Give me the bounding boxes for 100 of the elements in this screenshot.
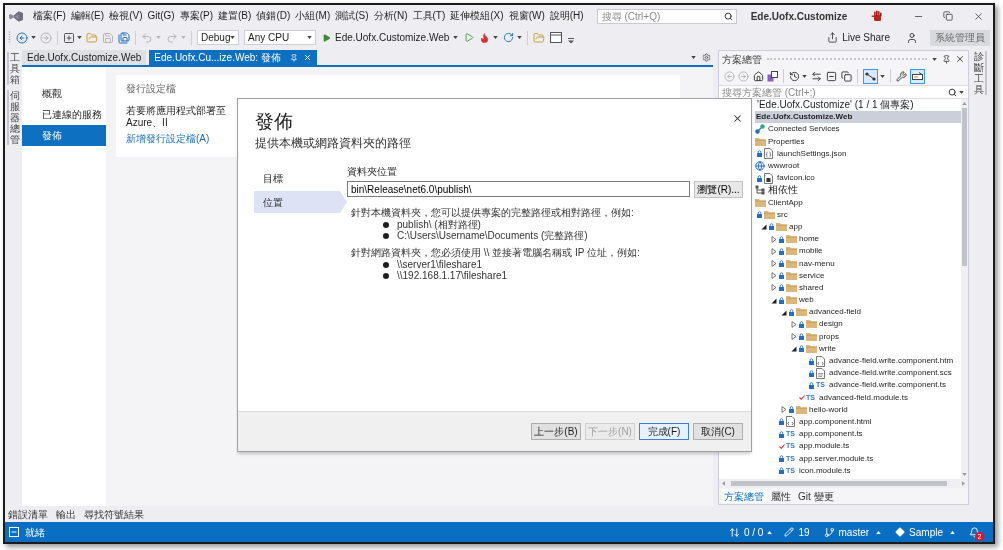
expanded-arrow-icon[interactable] [771, 296, 777, 304]
user-icon[interactable] [906, 31, 918, 44]
nav-item[interactable]: 發佈 [22, 125, 106, 146]
expanded-arrow-icon[interactable] [761, 223, 767, 231]
filter-toggle[interactable] [863, 68, 878, 84]
tree-item[interactable]: ClientApp [755, 196, 803, 209]
start-debugging-button[interactable]: Ede.Uofx.Customize.Web [322, 30, 459, 45]
pin-icon[interactable] [942, 54, 951, 64]
tree-item[interactable]: Connected Services [755, 123, 840, 136]
tree-item[interactable]: wwwroot [755, 159, 800, 173]
tree-item[interactable]: mobile [755, 245, 823, 258]
sync-icon[interactable] [811, 70, 822, 82]
tree-item[interactable]: write [755, 342, 836, 355]
tree-item[interactable]: hello-world [755, 403, 848, 416]
collapsed-arrow-icon[interactable] [771, 272, 777, 280]
panel-tab[interactable]: 尋找符號結果 [84, 506, 144, 522]
refresh-icon[interactable] [503, 32, 515, 43]
collapsed-arrow-icon[interactable] [791, 320, 797, 328]
branch-status-button[interactable]: master [823, 524, 882, 540]
caret-icon[interactable] [876, 530, 882, 534]
menu-item[interactable]: 延伸模組(X) [449, 9, 505, 23]
nav-item[interactable]: 概觀 [22, 83, 106, 104]
caret-icon[interactable] [880, 74, 885, 78]
document-tab[interactable]: Ede.Uofx.Customize.Web [22, 50, 147, 65]
scroll-down-arrow-icon[interactable] [962, 473, 967, 476]
tree-item[interactable]: service [755, 269, 825, 282]
platform-dropdown[interactable]: Any CPU [244, 30, 316, 45]
caret-icon[interactable] [77, 36, 82, 39]
scroll-left-arrow-icon[interactable] [722, 481, 725, 486]
tree-item[interactable]: advanced-field [755, 306, 862, 319]
nav-item[interactable]: 已連線的服務 [22, 104, 106, 125]
repository-status-button[interactable]: Sample [895, 524, 955, 540]
copy-icon[interactable] [841, 70, 852, 82]
play-icon[interactable] [322, 32, 331, 43]
history-icon[interactable] [789, 70, 800, 82]
menu-item[interactable]: 工具(T) [411, 9, 447, 23]
wrench-icon[interactable] [896, 70, 907, 82]
tree-item[interactable]: 'Ede.Uofx.Customize' (1 / 1 個專案) [755, 99, 914, 112]
pin-icon[interactable] [289, 53, 298, 62]
scroll-up-arrow-icon[interactable] [962, 102, 967, 105]
search-field[interactable]: 搜尋方案總管 (Ctrl+;) [719, 85, 968, 99]
menu-item[interactable]: 編輯(E) [69, 9, 106, 23]
caret-icon[interactable] [453, 36, 459, 39]
menu-item[interactable]: Git(G) [146, 9, 176, 23]
close-icon[interactable] [955, 54, 965, 64]
search-field[interactable]: 搜尋 (Ctrl+Q) [596, 8, 737, 24]
home-icon[interactable] [753, 70, 764, 82]
wizard-step[interactable]: 位置 [254, 191, 347, 213]
wizard-step[interactable]: 目標 [254, 167, 347, 189]
collapsed-arrow-icon[interactable] [791, 333, 797, 341]
menu-item[interactable]: 建置(B) [217, 9, 253, 23]
panel-tab[interactable]: 屬性 [768, 489, 794, 503]
side-tab[interactable]: 工具箱 [6, 52, 20, 85]
pencil-icon[interactable] [784, 527, 795, 537]
tree-item[interactable]: advance-field.write.component.scs [755, 367, 952, 380]
caret-icon[interactable] [950, 530, 955, 534]
collapse-icon[interactable] [826, 70, 837, 82]
tree-item[interactable]: nav-menu [755, 257, 835, 270]
sync-status-button[interactable]: 0 / 0 [728, 524, 773, 540]
menu-item[interactable]: 檔案(F) [32, 9, 67, 23]
caret-icon[interactable] [932, 57, 937, 61]
menu-item[interactable]: 視窗(W) [507, 9, 546, 23]
menu-item[interactable]: 說明(H) [548, 9, 585, 23]
side-tab[interactable]: 診斷工具 [973, 51, 987, 95]
caret-icon[interactable] [802, 74, 807, 78]
branch-icon[interactable] [823, 526, 835, 538]
restore-icon[interactable] [943, 11, 953, 21]
caret-icon[interactable] [230, 36, 236, 39]
caret-icon[interactable] [959, 91, 964, 94]
tree-item[interactable]: home [755, 233, 819, 246]
menu-item[interactable]: 專案(P) [178, 9, 215, 23]
menu-item[interactable]: 檢視(V) [108, 9, 144, 23]
tree-item[interactable]: Ede.Uofx.Customize.Web [755, 111, 961, 124]
new-item-icon[interactable] [63, 31, 75, 44]
menu-item[interactable]: 小組(M) [294, 9, 332, 23]
tree-item[interactable]: props [755, 330, 839, 343]
panel-tab[interactable]: Git 變更 [795, 489, 837, 503]
tree-item[interactable]: advance-field.write.component.htm [755, 354, 954, 368]
live-share-button[interactable]: Live Share [827, 30, 890, 45]
side-tab[interactable]: 伺服器總管 [6, 90, 20, 145]
settings-icon[interactable] [702, 53, 711, 62]
tree-item[interactable]: design [755, 318, 843, 331]
save-all-icon[interactable] [118, 31, 130, 44]
menu-item[interactable]: 偵錯(D) [255, 9, 292, 23]
panel-tab[interactable]: 錯誤清單 [8, 506, 48, 522]
expanded-arrow-icon[interactable] [791, 345, 797, 353]
panel-tab[interactable]: 方案總管 [721, 489, 767, 503]
panel-tab[interactable]: 輸出 [56, 506, 76, 522]
windows-icon[interactable] [767, 70, 778, 82]
back-icon[interactable] [16, 31, 28, 44]
tree-item[interactable]: shared [755, 281, 824, 294]
overflow-icon[interactable] [568, 37, 575, 44]
expanded-arrow-icon[interactable] [781, 308, 787, 316]
tree-item[interactable]: Properties [755, 135, 805, 148]
collapsed-arrow-icon[interactable] [771, 260, 777, 268]
account-button[interactable]: 系統管理員 [930, 29, 990, 46]
collapsed-arrow-icon[interactable] [771, 284, 777, 292]
share-icon[interactable] [827, 32, 839, 43]
close-icon[interactable] [732, 113, 743, 124]
up-down-arrows-icon[interactable] [728, 526, 740, 538]
